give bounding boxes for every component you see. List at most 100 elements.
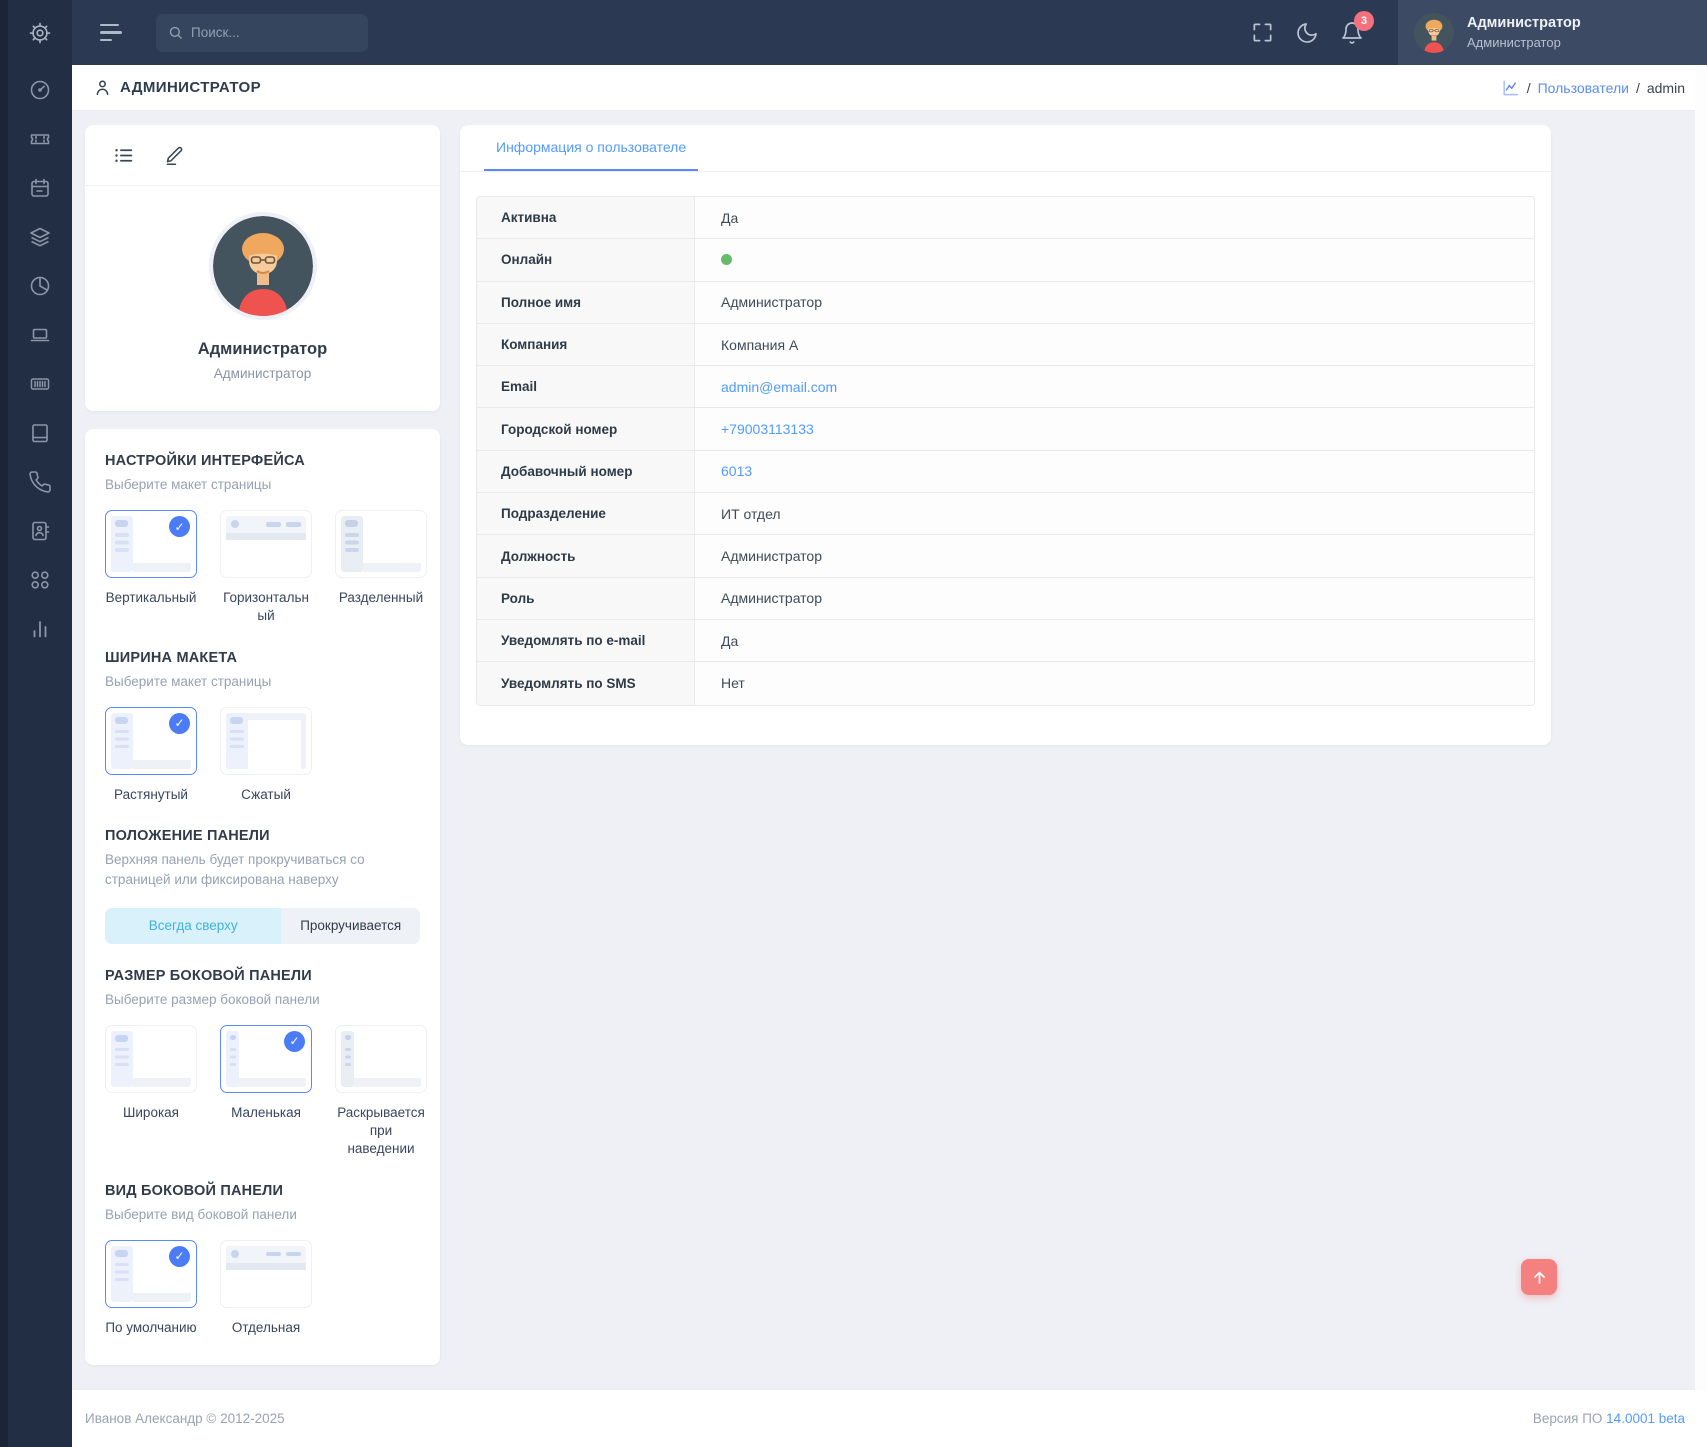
layout-thumbnail: ✓ [335,1025,427,1093]
search-box [156,14,368,52]
profile-role: Администратор [85,366,440,381]
settings-gear-icon[interactable] [27,20,53,46]
layout-option-split[interactable]: ✓ Разделенный [335,510,427,625]
section-sidebar-type: ВИД БОКОВОЙ ПАНЕЛИ Выберите вид боковой … [105,1183,420,1337]
layout-thumbnail: ✓ [335,510,427,578]
user-role: Администратор [1467,35,1581,50]
hamburger-menu-button[interactable] [100,24,122,42]
breadcrumb-current: admin [1647,80,1685,96]
footer-version: Версия ПО 14.0001 beta [1533,1411,1685,1426]
info-row: Подразделение ИТ отдел [477,493,1534,535]
user-info-card: Информация о пользователе Активна Да Онл… [460,125,1551,745]
info-row-value: Администратор [695,535,1534,576]
info-row-label: Должность [477,535,695,576]
notifications-bell-icon[interactable]: 3 [1340,21,1364,45]
info-row: Компания Компания А [477,324,1534,366]
arrow-up-icon [1531,1269,1548,1286]
book-icon[interactable] [28,421,52,445]
layout-thumbnail: ✓ [105,1240,197,1308]
calendar-icon[interactable] [28,176,52,200]
window-edge-strip [0,0,8,1447]
sidebar-nav [8,0,72,1447]
contacts-book-icon[interactable] [28,519,52,543]
barcode-icon[interactable] [28,372,52,396]
profile-avatar [209,212,317,320]
layout-option-horizontal[interactable]: ✓ Горизонтальный [220,510,312,625]
info-row-value: Да [695,197,1534,238]
sidebar-size-option-small[interactable]: ✓ Маленькая [220,1025,312,1159]
profile-card: Администратор Администратор [85,125,440,411]
info-row-value: Администратор [695,282,1534,323]
scroll-to-top-button[interactable] [1521,1259,1557,1295]
section-sidebar-size: РАЗМЕР БОКОВОЙ ПАНЕЛИ Выберите размер бо… [105,968,420,1159]
info-row: Роль Администратор [477,578,1534,620]
info-row-value: Да [695,620,1534,661]
sidebar-type-option-default[interactable]: ✓ По умолчанию [105,1240,197,1337]
info-row: Активна Да [477,197,1534,239]
info-row: Онлайн [477,239,1534,281]
info-row: Городской номер +79003113133 [477,408,1534,450]
sidebar-type-option-separate[interactable]: ✓ Отдельная [220,1240,312,1337]
layers-icon[interactable] [28,225,52,249]
page-title: АДМИНИСТРАТОР [93,78,261,97]
ticket-icon[interactable] [28,127,52,151]
info-row-label: Подразделение [477,493,695,534]
fullscreen-icon[interactable] [1251,21,1274,44]
edit-pencil-icon[interactable] [164,145,185,166]
layout-thumbnail: ✓ [220,1025,312,1093]
info-row-value: ИТ отдел [695,493,1534,534]
tab-user-info[interactable]: Информация о пользователе [484,125,698,171]
user-name: Администратор [1467,15,1581,31]
layout-option-vertical[interactable]: ✓ Вертикальный [105,510,197,625]
info-row-value: Администратор [695,578,1534,619]
user-menu[interactable]: Администратор Администратор [1398,0,1707,65]
width-option-boxed[interactable]: ✓ Сжатый [220,707,312,804]
info-row: Уведомлять по e-mail Да [477,620,1534,662]
info-row: Email admin@email.com [477,366,1534,408]
sidebar-size-option-hover[interactable]: ✓ Раскрывается при наведении [335,1025,427,1159]
info-row-value[interactable]: 6013 [695,451,1534,492]
page-header: АДМИНИСТРАТОР / Пользователи / admin [72,65,1707,111]
apps-grid-icon[interactable] [28,568,52,592]
layout-thumbnail: ✓ [105,510,197,578]
bar-chart-icon[interactable] [28,617,52,641]
section-interface-settings: НАСТРОЙКИ ИНТЕРФЕЙСА Выберите макет стра… [105,453,420,626]
info-row-label: Онлайн [477,239,695,280]
info-row: Уведомлять по SMS Нет [477,662,1534,704]
phone-icon[interactable] [28,470,52,494]
info-row-value[interactable]: +79003113133 [695,408,1534,449]
topbar: 3 Администратор Админист [72,0,1707,65]
width-option-full[interactable]: ✓ Растянутый [105,707,197,804]
tab-header: Информация о пользователе [460,125,1551,172]
info-row: Должность Администратор [477,535,1534,577]
toggle-option-fixed[interactable]: Всегда сверху [105,908,281,944]
selected-check-icon: ✓ [169,713,190,734]
layout-thumbnail: ✓ [105,1025,197,1093]
search-input[interactable] [191,25,356,40]
layout-thumbnail: ✓ [105,707,197,775]
profile-toolbar [85,125,440,186]
dark-mode-moon-icon[interactable] [1295,21,1319,45]
selected-check-icon: ✓ [169,1246,190,1267]
info-row-value [695,239,1534,280]
info-row-label: Уведомлять по SMS [477,662,695,704]
page-scrollbar[interactable] [1695,65,1707,1390]
panel-position-toggle: Всегда сверху Прокручивается [105,908,420,944]
layout-thumbnail: ✓ [220,707,312,775]
footer: Иванов Александр © 2012-2025 Версия ПО 1… [72,1390,1707,1447]
info-row-label: Добавочный номер [477,451,695,492]
breadcrumb-link-users[interactable]: Пользователи [1538,80,1629,96]
sidebar-size-option-wide[interactable]: ✓ Широкая [105,1025,197,1159]
pie-chart-icon[interactable] [28,274,52,298]
info-row-label: Городской номер [477,408,695,449]
footer-version-link[interactable]: 14.0001 beta [1606,1411,1685,1426]
toggle-option-scroll[interactable]: Прокручивается [281,908,420,944]
info-row-label: Email [477,366,695,407]
breadcrumb-chart-icon[interactable] [1501,78,1520,97]
dashboard-speedometer-icon[interactable] [28,78,52,102]
info-row-value[interactable]: admin@email.com [695,366,1534,407]
info-row-value: Нет [695,662,1534,704]
laptop-icon[interactable] [28,323,52,347]
list-icon[interactable] [113,145,134,166]
info-row: Полное имя Администратор [477,282,1534,324]
